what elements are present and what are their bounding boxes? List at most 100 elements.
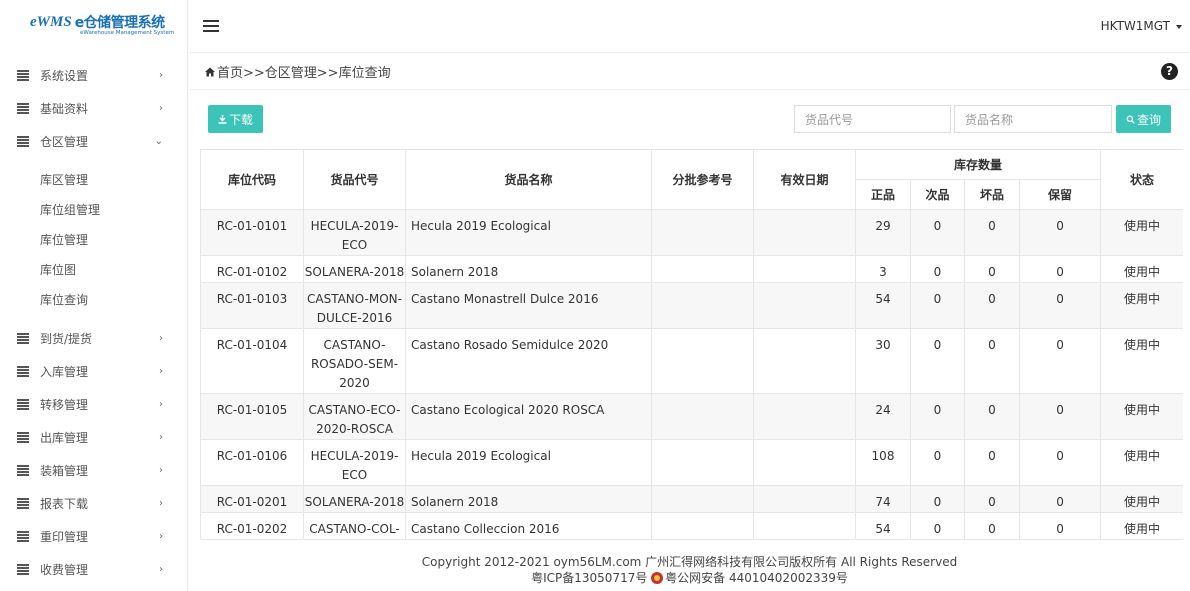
sidebar-item[interactable]: 基础资料 › xyxy=(0,92,187,125)
list-icon xyxy=(17,564,29,575)
table-row[interactable]: RC-01-0104 CASTANO-ROSADO-SEM-2020 Castano… xyxy=(200,328,1183,394)
cell-sku: CASTANO-ECO-2020-ROSCA xyxy=(303,393,406,440)
sidebar-item[interactable]: 重印管理 › xyxy=(0,520,187,553)
app-logo[interactable]: eWMS e仓储管理系统 eWarehouse Management Syste… xyxy=(0,0,187,52)
inventory-table-container[interactable]: 库位代码 货品代号 货品名称 分批参考号 有效日期 库存数量 状态 正品 次品 … xyxy=(200,149,1183,554)
cell-good: 108 xyxy=(855,439,911,486)
query-label: 查询 xyxy=(1136,112,1161,127)
inventory-table: 库位代码 货品代号 货品名称 分批参考号 有效日期 库存数量 状态 正品 次品 … xyxy=(200,149,1183,540)
cell-good: 29 xyxy=(855,209,911,256)
col-header-stock: 库存数量 xyxy=(854,149,1102,180)
top-bar: HKTW1MGT xyxy=(189,0,1190,53)
sidebar-subitem[interactable]: 库区管理 xyxy=(0,165,187,195)
cell-sku: CASTANO-COL- xyxy=(303,512,406,540)
cell-secondary: 0 xyxy=(910,328,965,394)
cell-name: Hecula 2019 Ecological xyxy=(405,209,652,256)
table-row[interactable]: RC-01-0201 SOLANERA-2018 Solanern 2018 74 0 0… xyxy=(200,485,1183,513)
cell-batch xyxy=(651,328,754,394)
table-row[interactable]: RC-01-0102 SOLANERA-2018 Solanern 2018 3 0 0 0… xyxy=(200,255,1183,283)
cell-reserved: 0 xyxy=(1018,439,1102,486)
cell-damaged: 0 xyxy=(964,209,1020,256)
cell-status: 使用中 xyxy=(1100,485,1183,513)
breadcrumb-text[interactable]: 首页>>仓区管理>>库位查询 xyxy=(217,62,391,81)
table-row[interactable]: RC-01-0101 HECULA-2019-ECO Hecula 2019 Eco… xyxy=(200,209,1183,256)
cell-name: Solanern 2018 xyxy=(405,485,652,513)
table-row[interactable]: RC-01-0103 CASTANO-MON-DULCE-2016 Castano … xyxy=(200,282,1183,329)
table-row[interactable]: RC-01-0106 HECULA-2019-ECO Hecula 2019 Eco… xyxy=(200,439,1183,486)
cell-secondary: 0 xyxy=(910,282,965,329)
icp-link[interactable]: 粤ICP备13050717号 xyxy=(531,571,647,585)
sidebar-subitem[interactable]: 库位管理 xyxy=(0,225,187,255)
table-body: RC-01-0101 HECULA-2019-ECO Hecula 2019 Eco… xyxy=(200,209,1183,540)
user-menu[interactable]: HKTW1MGT xyxy=(1101,19,1182,33)
download-button[interactable]: 下载 xyxy=(208,105,263,133)
sidebar-item[interactable]: 入库管理 › xyxy=(0,355,187,388)
cell-expiry xyxy=(753,328,856,394)
police-record-link[interactable]: 粤公网安备 44010402002339号 xyxy=(665,571,848,585)
product-code-input[interactable]: 货品代号 xyxy=(794,105,951,133)
chevron-icon: › xyxy=(159,333,163,344)
cell-secondary: 0 xyxy=(910,439,965,486)
chevron-icon: › xyxy=(159,531,163,542)
cell-sku: CASTANO-MON-DULCE-2016 xyxy=(303,282,406,329)
sidebar-item[interactable]: 到货/提货 › xyxy=(0,322,187,355)
sidebar-subitem[interactable]: 库位图 xyxy=(0,255,187,285)
cell-batch xyxy=(651,485,754,513)
col-header-batch: 分批参考号 xyxy=(651,149,754,210)
copyright-text: Copyright 2012-2021 oym56LM.com 广州汇得网络科技… xyxy=(421,555,958,569)
sidebar-menu: 系统设置 › 基础资料 › 仓区管理 ⌄ 库区管理 库位组管理 库位管理 库位图 库位查询 到货/提货… xyxy=(0,59,187,586)
logo-title: e仓储管理系统 xyxy=(74,15,166,32)
cell-expiry xyxy=(753,255,856,283)
cell-status: 使用中 xyxy=(1100,255,1183,283)
sidebar-item-label: 系统设置 xyxy=(40,69,89,83)
sidebar-item[interactable]: 装箱管理 › xyxy=(0,454,187,487)
col-header-good: 正品 xyxy=(855,179,911,210)
download-icon xyxy=(218,114,227,124)
chevron-icon: › xyxy=(159,465,163,476)
cell-location: RC-01-0102 xyxy=(200,255,304,283)
cell-location: RC-01-0201 xyxy=(200,485,304,513)
cell-status: 使用中 xyxy=(1100,512,1183,540)
cell-good: 74 xyxy=(855,485,911,513)
cell-expiry xyxy=(753,282,856,329)
sidebar-item-label: 入库管理 xyxy=(40,365,89,379)
col-header-expiry: 有效日期 xyxy=(753,149,856,210)
col-header-location: 库位代码 xyxy=(200,149,304,210)
chevron-icon: › xyxy=(159,432,163,443)
chevron-icon: › xyxy=(159,366,163,377)
sidebar-item[interactable]: 收费管理 › xyxy=(0,553,187,586)
footer: Copyright 2012-2021 oym56LM.com 广州汇得网络科技… xyxy=(189,554,1190,586)
sidebar-item[interactable]: 报表下载 › xyxy=(0,487,187,520)
cell-damaged: 0 xyxy=(964,393,1020,440)
product-name-input[interactable]: 货品名称 xyxy=(954,105,1112,133)
sidebar-submenu: 库区管理 库位组管理 库位管理 库位图 库位查询 xyxy=(0,158,187,322)
download-label: 下载 xyxy=(228,112,253,127)
table-row[interactable]: RC-01-0105 CASTANO-ECO-2020-ROSCA Castano … xyxy=(200,393,1183,440)
cell-batch xyxy=(651,255,754,283)
cell-location: RC-01-0101 xyxy=(200,209,304,256)
cell-good: 54 xyxy=(855,512,911,540)
col-header-secondary: 次品 xyxy=(910,179,965,210)
product-code-placeholder: 货品代号 xyxy=(805,112,854,127)
cell-name: Hecula 2019 Ecological xyxy=(405,439,652,486)
chevron-icon: › xyxy=(159,103,163,114)
sidebar-item[interactable]: 仓区管理 ⌄ xyxy=(0,125,187,158)
cell-expiry xyxy=(753,485,856,513)
sidebar-subitem[interactable]: 库位查询 xyxy=(0,285,187,315)
menu-toggle-icon[interactable] xyxy=(203,20,219,32)
cell-secondary: 0 xyxy=(910,209,965,256)
cell-damaged: 0 xyxy=(964,255,1020,283)
sidebar-item[interactable]: 出库管理 › xyxy=(0,421,187,454)
query-button[interactable]: 查询 xyxy=(1116,105,1171,133)
help-icon[interactable]: ? xyxy=(1161,63,1178,80)
table-row[interactable]: RC-01-0202 CASTANO-COL- Castano Colleccion… xyxy=(200,512,1183,540)
cell-location: RC-01-0106 xyxy=(200,439,304,486)
sidebar-item-label: 仓区管理 xyxy=(40,135,89,149)
sidebar-item-label: 到货/提货 xyxy=(40,332,93,346)
sidebar-item[interactable]: 转移管理 › xyxy=(0,388,187,421)
sidebar-item[interactable]: 系统设置 › xyxy=(0,59,187,92)
cell-status: 使用中 xyxy=(1100,328,1183,394)
list-icon xyxy=(17,103,29,114)
cell-reserved: 0 xyxy=(1018,255,1102,283)
sidebar-subitem[interactable]: 库位组管理 xyxy=(0,195,187,225)
